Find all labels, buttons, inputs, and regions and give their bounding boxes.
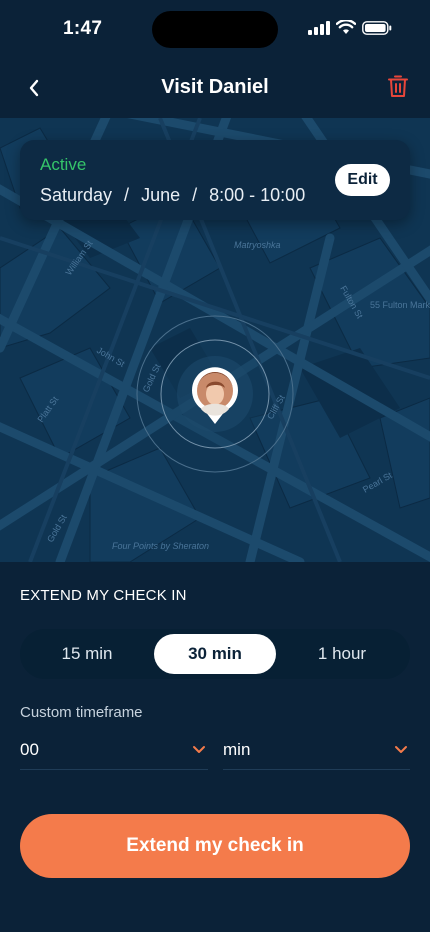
wifi-icon <box>336 20 356 34</box>
visit-status: Active <box>40 155 87 174</box>
edit-button[interactable]: Edit <box>335 164 390 196</box>
hours-select[interactable]: 00 <box>20 732 208 770</box>
extend-check-in-button[interactable]: Extend my check in <box>20 814 410 878</box>
trash-icon <box>388 75 408 97</box>
page-title: Visit Daniel <box>161 76 269 98</box>
separator: / <box>124 185 130 205</box>
chevron-down-icon <box>395 746 407 753</box>
duration-option-1-hour[interactable]: 1 hour <box>282 634 402 674</box>
duration-option-30-min[interactable]: 30 min <box>154 634 276 674</box>
unit-select[interactable]: min <box>223 732 410 770</box>
duration-option-15-min[interactable]: 15 min <box>28 634 146 674</box>
status-icons <box>308 20 392 35</box>
custom-timeframe-label: Custom timeframe <box>20 704 143 721</box>
unit-select-value: min <box>223 740 251 759</box>
visit-info-card: Active Saturday / June / 8:00 - 10:00 Ed… <box>20 140 410 220</box>
header: Visit Daniel <box>0 58 430 118</box>
hours-select-value: 00 <box>20 740 39 759</box>
visit-month: June <box>141 185 181 205</box>
duration-segmented-control: 15 min 30 min 1 hour <box>20 629 410 679</box>
delete-button[interactable] <box>386 72 410 100</box>
map-street-label: Matryoshka <box>234 240 281 250</box>
battery-icon <box>362 20 392 35</box>
chevron-down-icon <box>193 746 205 753</box>
visit-schedule: Saturday / June / 8:00 - 10:00 <box>40 185 305 206</box>
status-time: 1:47 <box>63 18 103 39</box>
extend-section-title: EXTEND MY CHECK IN <box>20 587 187 604</box>
map-street-label: 55 Fulton Market <box>370 300 430 310</box>
dynamic-island <box>152 11 278 48</box>
map-street-label: Four Points by Sheraton <box>112 541 209 551</box>
separator: / <box>192 185 198 205</box>
status-bar: 1:47 <box>0 0 430 58</box>
visit-day: Saturday <box>40 185 113 205</box>
location-pin-icon <box>136 315 294 473</box>
visit-time-range: 8:00 - 10:00 <box>209 185 306 205</box>
cellular-signal-icon <box>308 20 330 35</box>
location-marker[interactable] <box>135 314 295 474</box>
